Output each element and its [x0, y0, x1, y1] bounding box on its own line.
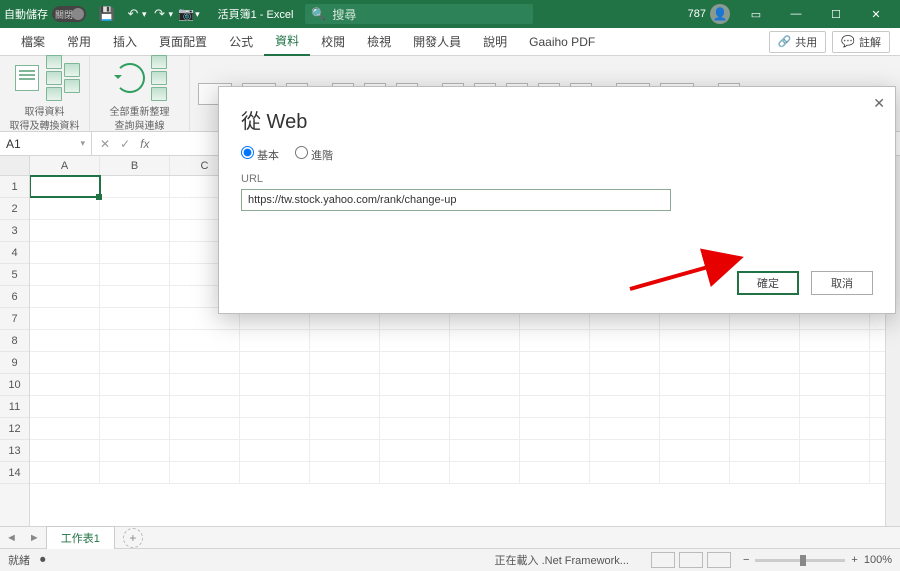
ribbon-tabs: 檔案 常用 插入 頁面配置 公式 資料 校閱 檢視 開發人員 說明 Gaaiho… [0, 28, 900, 56]
row-header[interactable]: 13 [0, 440, 29, 462]
from-text-icon[interactable] [46, 55, 62, 69]
comment-button[interactable]: 💬註解 [832, 31, 890, 53]
tab-review[interactable]: 校閱 [310, 28, 356, 56]
tab-help[interactable]: 說明 [472, 28, 518, 56]
sheet-nav-prev-icon[interactable]: ◄ [0, 532, 23, 544]
tab-formulas[interactable]: 公式 [218, 28, 264, 56]
cancel-button[interactable]: 取消 [811, 271, 873, 295]
zoom-slider[interactable] [755, 559, 845, 562]
tab-developer[interactable]: 開發人員 [402, 28, 472, 56]
cancel-formula-icon[interactable]: ✕ [100, 137, 110, 151]
column-header[interactable]: A [30, 156, 100, 175]
normal-view-icon[interactable] [651, 552, 675, 568]
page-break-view-icon[interactable] [707, 552, 731, 568]
row-header[interactable]: 3 [0, 220, 29, 242]
row-header[interactable]: 9 [0, 352, 29, 374]
url-label: URL [241, 173, 873, 185]
tab-home[interactable]: 常用 [56, 28, 102, 56]
row-header[interactable]: 14 [0, 462, 29, 484]
autosave-switch[interactable]: 關閉 [52, 6, 86, 22]
maximize-icon[interactable]: ☐ [816, 0, 856, 28]
enter-formula-icon[interactable]: ✓ [120, 137, 130, 151]
row-header[interactable]: 5 [0, 264, 29, 286]
edit-links-icon[interactable] [151, 87, 167, 101]
status-loading: 正在載入 .Net Framework... [495, 552, 629, 568]
ribbon-options-icon[interactable]: ▭ [736, 0, 776, 28]
url-input[interactable] [241, 189, 671, 211]
row-header[interactable]: 1 [0, 176, 29, 198]
camera-icon[interactable]: 📷 [175, 3, 197, 25]
row-header[interactable]: 4 [0, 242, 29, 264]
from-web-icon[interactable] [46, 71, 62, 85]
sheet-tab-bar: ◄ ► 工作表1 + [0, 526, 900, 548]
ok-button[interactable]: 確定 [737, 271, 799, 295]
new-sheet-icon[interactable]: + [123, 528, 143, 548]
row-header[interactable]: 8 [0, 330, 29, 352]
refresh-all-label: 全部重新整理 [110, 103, 170, 118]
title-bar: 自動儲存 關閉 💾 ↶▾ ↷▾ 📷▾ 活頁簿1 - Excel 🔍 搜尋 787… [0, 0, 900, 28]
row-header[interactable]: 2 [0, 198, 29, 220]
row-header[interactable]: 7 [0, 308, 29, 330]
dialog-title: 從 Web [241, 105, 873, 134]
sheet-tab-active[interactable]: 工作表1 [46, 526, 115, 549]
avatar-icon: 👤 [710, 4, 730, 24]
get-data-label: 取得資料 [25, 103, 65, 118]
search-placeholder: 搜尋 [332, 6, 356, 23]
search-box[interactable]: 🔍 搜尋 [305, 4, 533, 24]
zoom-control[interactable]: − + 100% [743, 554, 892, 566]
get-data-icon[interactable] [10, 61, 44, 95]
autosave-toggle[interactable]: 自動儲存 關閉 [4, 6, 86, 22]
sheet-nav-next-icon[interactable]: ► [23, 532, 46, 544]
tab-view[interactable]: 檢視 [356, 28, 402, 56]
row-header[interactable]: 6 [0, 286, 29, 308]
status-ready: 就緒 [8, 552, 30, 568]
share-button[interactable]: 🔗共用 [769, 31, 827, 53]
autosave-label: 自動儲存 [4, 6, 48, 22]
name-box[interactable]: A1▾ [0, 132, 92, 156]
redo-icon[interactable]: ↷ [149, 3, 171, 25]
recent-sources-icon[interactable] [64, 63, 80, 77]
minimize-icon[interactable]: — [776, 0, 816, 28]
select-all-corner[interactable] [0, 156, 29, 176]
workbook-title: 活頁簿1 - Excel [218, 6, 294, 22]
close-icon[interactable]: ✕ [856, 0, 896, 28]
existing-connections-icon[interactable] [64, 79, 80, 93]
dialog-close-icon[interactable]: ✕ [873, 95, 885, 112]
fx-icon[interactable]: fx [140, 137, 149, 151]
radio-basic[interactable]: 基本 [241, 146, 279, 163]
from-table-icon[interactable] [46, 87, 62, 101]
macro-record-icon[interactable]: ⏺ [40, 554, 46, 567]
tab-data[interactable]: 資料 [264, 28, 310, 56]
radio-advanced[interactable]: 進階 [295, 146, 333, 163]
tab-page-layout[interactable]: 頁面配置 [148, 28, 218, 56]
zoom-out-icon[interactable]: − [743, 554, 749, 566]
status-bar: 就緒 ⏺ 正在載入 .Net Framework... − + 100% [0, 548, 900, 571]
search-icon: 🔍 [311, 7, 326, 21]
row-header[interactable]: 10 [0, 374, 29, 396]
get-transform-label: 取得及轉換資料 [10, 117, 80, 132]
properties-icon[interactable] [151, 71, 167, 85]
refresh-all-icon[interactable] [113, 61, 147, 95]
cell-a1[interactable] [30, 176, 100, 197]
zoom-level: 100% [864, 554, 892, 566]
tab-insert[interactable]: 插入 [102, 28, 148, 56]
ribbon-group-get-data: 取得資料 取得及轉換資料 [0, 56, 90, 131]
row-headers: 1 2 3 4 5 6 7 8 9 10 11 12 13 14 [0, 156, 30, 526]
queries-connections-label: 查詢與連線 [115, 117, 165, 132]
undo-icon[interactable]: ↶ [122, 3, 144, 25]
row-header[interactable]: 12 [0, 418, 29, 440]
tab-gaaiho-pdf[interactable]: Gaaiho PDF [518, 28, 606, 56]
column-header[interactable]: B [100, 156, 170, 175]
tab-file[interactable]: 檔案 [10, 28, 56, 56]
row-header[interactable]: 11 [0, 396, 29, 418]
from-web-dialog: ✕ 從 Web 基本 進階 URL 確定 取消 [218, 86, 896, 314]
ribbon-group-refresh: 全部重新整理 查詢與連線 [90, 56, 190, 131]
queries-icon[interactable] [151, 55, 167, 69]
user-account[interactable]: 787 👤 [688, 4, 730, 24]
zoom-in-icon[interactable]: + [851, 554, 857, 566]
page-layout-view-icon[interactable] [679, 552, 703, 568]
save-icon[interactable]: 💾 [96, 3, 118, 25]
